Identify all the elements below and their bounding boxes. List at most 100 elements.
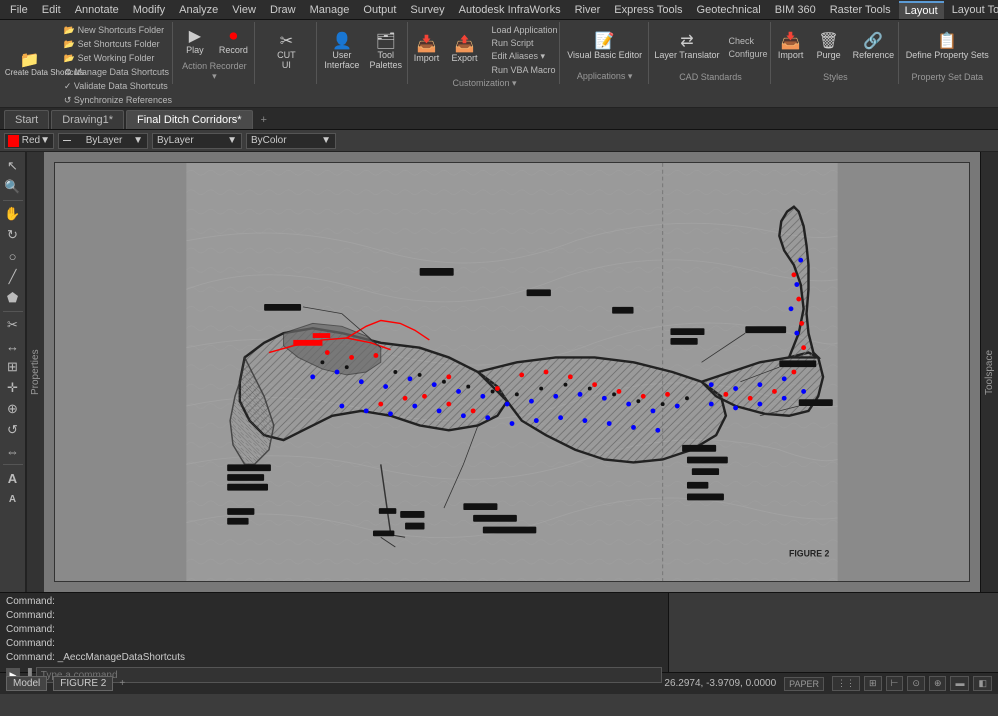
synchronize-references-btn[interactable]: ↺ Synchronize References	[61, 94, 175, 107]
figure-label-text: FIGURE 2	[789, 549, 829, 559]
tool-polyline[interactable]: ⬟	[2, 288, 24, 308]
visual-basic-editor-btn[interactable]: 📝 Visual Basic Editor	[563, 32, 646, 62]
create-data-shortcuts-btn[interactable]: 📁 Create Data Shortcuts	[1, 51, 59, 80]
configure-btn[interactable]: Configure	[725, 48, 770, 60]
menu-edit[interactable]: Edit	[36, 2, 67, 18]
tool-circle[interactable]: ○	[2, 246, 24, 266]
run-vba-macro-btn[interactable]: Run VBA Macro	[489, 64, 561, 76]
check-btn[interactable]: Check	[725, 35, 770, 47]
play-label: Play	[186, 45, 204, 55]
set-working-folder-btn[interactable]: 📂 Set Working Folder	[61, 52, 175, 65]
menu-output[interactable]: Output	[357, 2, 402, 18]
run-script-btn[interactable]: Run Script	[489, 37, 561, 49]
tool-rotate[interactable]: ↺	[2, 420, 24, 440]
coordinates-display: 26.2974, -3.9709, 0.0000	[664, 678, 776, 689]
menu-express[interactable]: Express Tools	[608, 2, 688, 18]
osnap-btn[interactable]: ⊕	[929, 676, 947, 691]
define-property-sets-btn[interactable]: 📋 Define Property Sets	[902, 32, 993, 62]
tool-separator-2	[3, 311, 23, 312]
command-input[interactable]	[36, 667, 662, 683]
load-application-btn[interactable]: Load Application	[489, 24, 561, 36]
color-selector[interactable]: Red ▼	[4, 133, 54, 149]
linetype-selector[interactable]: ByLayer ▼	[58, 133, 148, 149]
tool-copy[interactable]: ⊕	[2, 399, 24, 419]
layer-translator-icon: ⇄	[680, 34, 693, 50]
cut-ui-label: CUTUI	[277, 50, 296, 70]
export-icon: 📤	[455, 37, 475, 53]
properties-panel[interactable]: Properties	[26, 152, 44, 592]
tab-start[interactable]: Start	[4, 110, 49, 129]
menu-layout[interactable]: Layout	[899, 1, 944, 19]
paper-mode-btn[interactable]: PAPER	[784, 677, 824, 691]
action-recorder-label: Action Recorder ▾	[181, 61, 248, 82]
user-interface-btn[interactable]: 👤 UserInterface	[320, 32, 363, 72]
snap-btn[interactable]: ⋮⋮	[832, 676, 860, 691]
menu-geotechnical[interactable]: Geotechnical	[691, 2, 767, 18]
purge-label: Purge	[817, 50, 841, 60]
command-line-4: Command:	[6, 637, 662, 651]
grid-btn[interactable]: ⊞	[864, 676, 882, 691]
cut-ui-btn[interactable]: ✂ CUTUI	[268, 32, 304, 72]
plotstyle-selector[interactable]: ByColor ▼	[246, 133, 336, 149]
tool-zoom[interactable]: 🔍	[2, 177, 24, 197]
add-layout-btn[interactable]: +	[119, 678, 125, 689]
plotstyle-value: ByColor	[251, 135, 287, 146]
menu-analyze[interactable]: Analyze	[173, 2, 224, 18]
tool-offset[interactable]: ⊞	[2, 357, 24, 377]
purge-btn[interactable]: 🗑 Purge	[811, 32, 847, 62]
export-btn[interactable]: 📤 Export	[447, 35, 483, 65]
lineweight-toggle-btn[interactable]: ▬	[950, 676, 969, 691]
tool-orbit[interactable]: ↻	[2, 225, 24, 245]
layer-translator-btn[interactable]: ⇄ Layer Translator	[650, 32, 723, 62]
tab-add-btn[interactable]: +	[255, 111, 273, 129]
customization-label: Customization ▾	[453, 78, 517, 89]
menu-view[interactable]: View	[226, 2, 262, 18]
menu-river[interactable]: River	[569, 2, 607, 18]
tool-mtext[interactable]: A	[2, 489, 24, 509]
menu-manage[interactable]: Manage	[304, 2, 356, 18]
new-shortcuts-folder-btn[interactable]: 📂 New Shortcuts Folder	[61, 24, 175, 37]
menu-file[interactable]: File	[4, 2, 34, 18]
tool-select[interactable]: ↖	[2, 156, 24, 176]
tool-line[interactable]: ╱	[2, 267, 24, 287]
customization-buttons: 📥 Import 📤 Export Load Application Run S…	[409, 24, 561, 76]
ribbon-content: 📁 Create Data Shortcuts 📂 New Shortcuts …	[0, 20, 998, 86]
tab-final-ditch[interactable]: Final Ditch Corridors*	[126, 110, 253, 129]
figure2-tab-btn[interactable]: FIGURE 2	[53, 676, 113, 691]
tool-mirror[interactable]: ⇔	[2, 441, 24, 461]
transparency-btn[interactable]: ◧	[973, 676, 992, 691]
tool-text[interactable]: A	[2, 468, 24, 488]
properties-bar: Red ▼ ByLayer ▼ ByLayer ▼ ByColor ▼	[0, 130, 998, 152]
menu-layout-tools[interactable]: Layout Tools	[946, 2, 998, 18]
lineweight-selector[interactable]: ByLayer ▼	[152, 133, 242, 149]
import-customization-btn[interactable]: 📥 Import	[409, 35, 445, 65]
manage-data-shortcuts-btn[interactable]: ⚙ Manage Data Shortcuts	[61, 66, 175, 79]
play-btn[interactable]: ▶ Play	[177, 27, 213, 57]
tool-extend[interactable]: ↔	[2, 336, 24, 356]
tool-trim[interactable]: ✂	[2, 315, 24, 335]
set-shortcuts-folder-btn[interactable]: 📂 Set Shortcuts Folder	[61, 38, 175, 51]
import-styles-btn[interactable]: 📥 Import	[773, 32, 809, 62]
record-btn[interactable]: ⏺ Record	[215, 27, 252, 57]
menu-infraworks[interactable]: Autodesk InfraWorks	[453, 2, 567, 18]
tab-drawing1[interactable]: Drawing1*	[51, 110, 124, 129]
canvas-area[interactable]: FIGURE 2	[44, 152, 980, 592]
menu-survey[interactable]: Survey	[404, 2, 450, 18]
edit-aliases-btn[interactable]: Edit Aliases ▾	[489, 50, 561, 63]
menu-annotate[interactable]: Annotate	[69, 2, 125, 18]
polar-btn[interactable]: ⊙	[907, 676, 925, 691]
drawing-viewport[interactable]: FIGURE 2	[54, 162, 970, 582]
menu-modify[interactable]: Modify	[127, 2, 171, 18]
toolspace-panel[interactable]: Toolspace	[980, 152, 998, 592]
ortho-btn[interactable]: ⊢	[886, 676, 904, 691]
model-tab-btn[interactable]: Model	[6, 676, 47, 691]
tool-pan[interactable]: ✋	[2, 204, 24, 224]
menu-bim360[interactable]: BIM 360	[769, 2, 822, 18]
menu-raster[interactable]: Raster Tools	[824, 2, 897, 18]
ribbon-group-user-interface: 👤 UserInterface 🗂 ToolPalettes	[319, 22, 409, 84]
menu-draw[interactable]: Draw	[264, 2, 302, 18]
tool-palettes-btn[interactable]: 🗂 ToolPalettes	[365, 32, 406, 72]
tool-move[interactable]: ✛	[2, 378, 24, 398]
reference-btn[interactable]: 🔗 Reference	[849, 32, 899, 62]
validate-data-shortcuts-btn[interactable]: ✓ Validate Data Shortcuts	[61, 80, 175, 93]
